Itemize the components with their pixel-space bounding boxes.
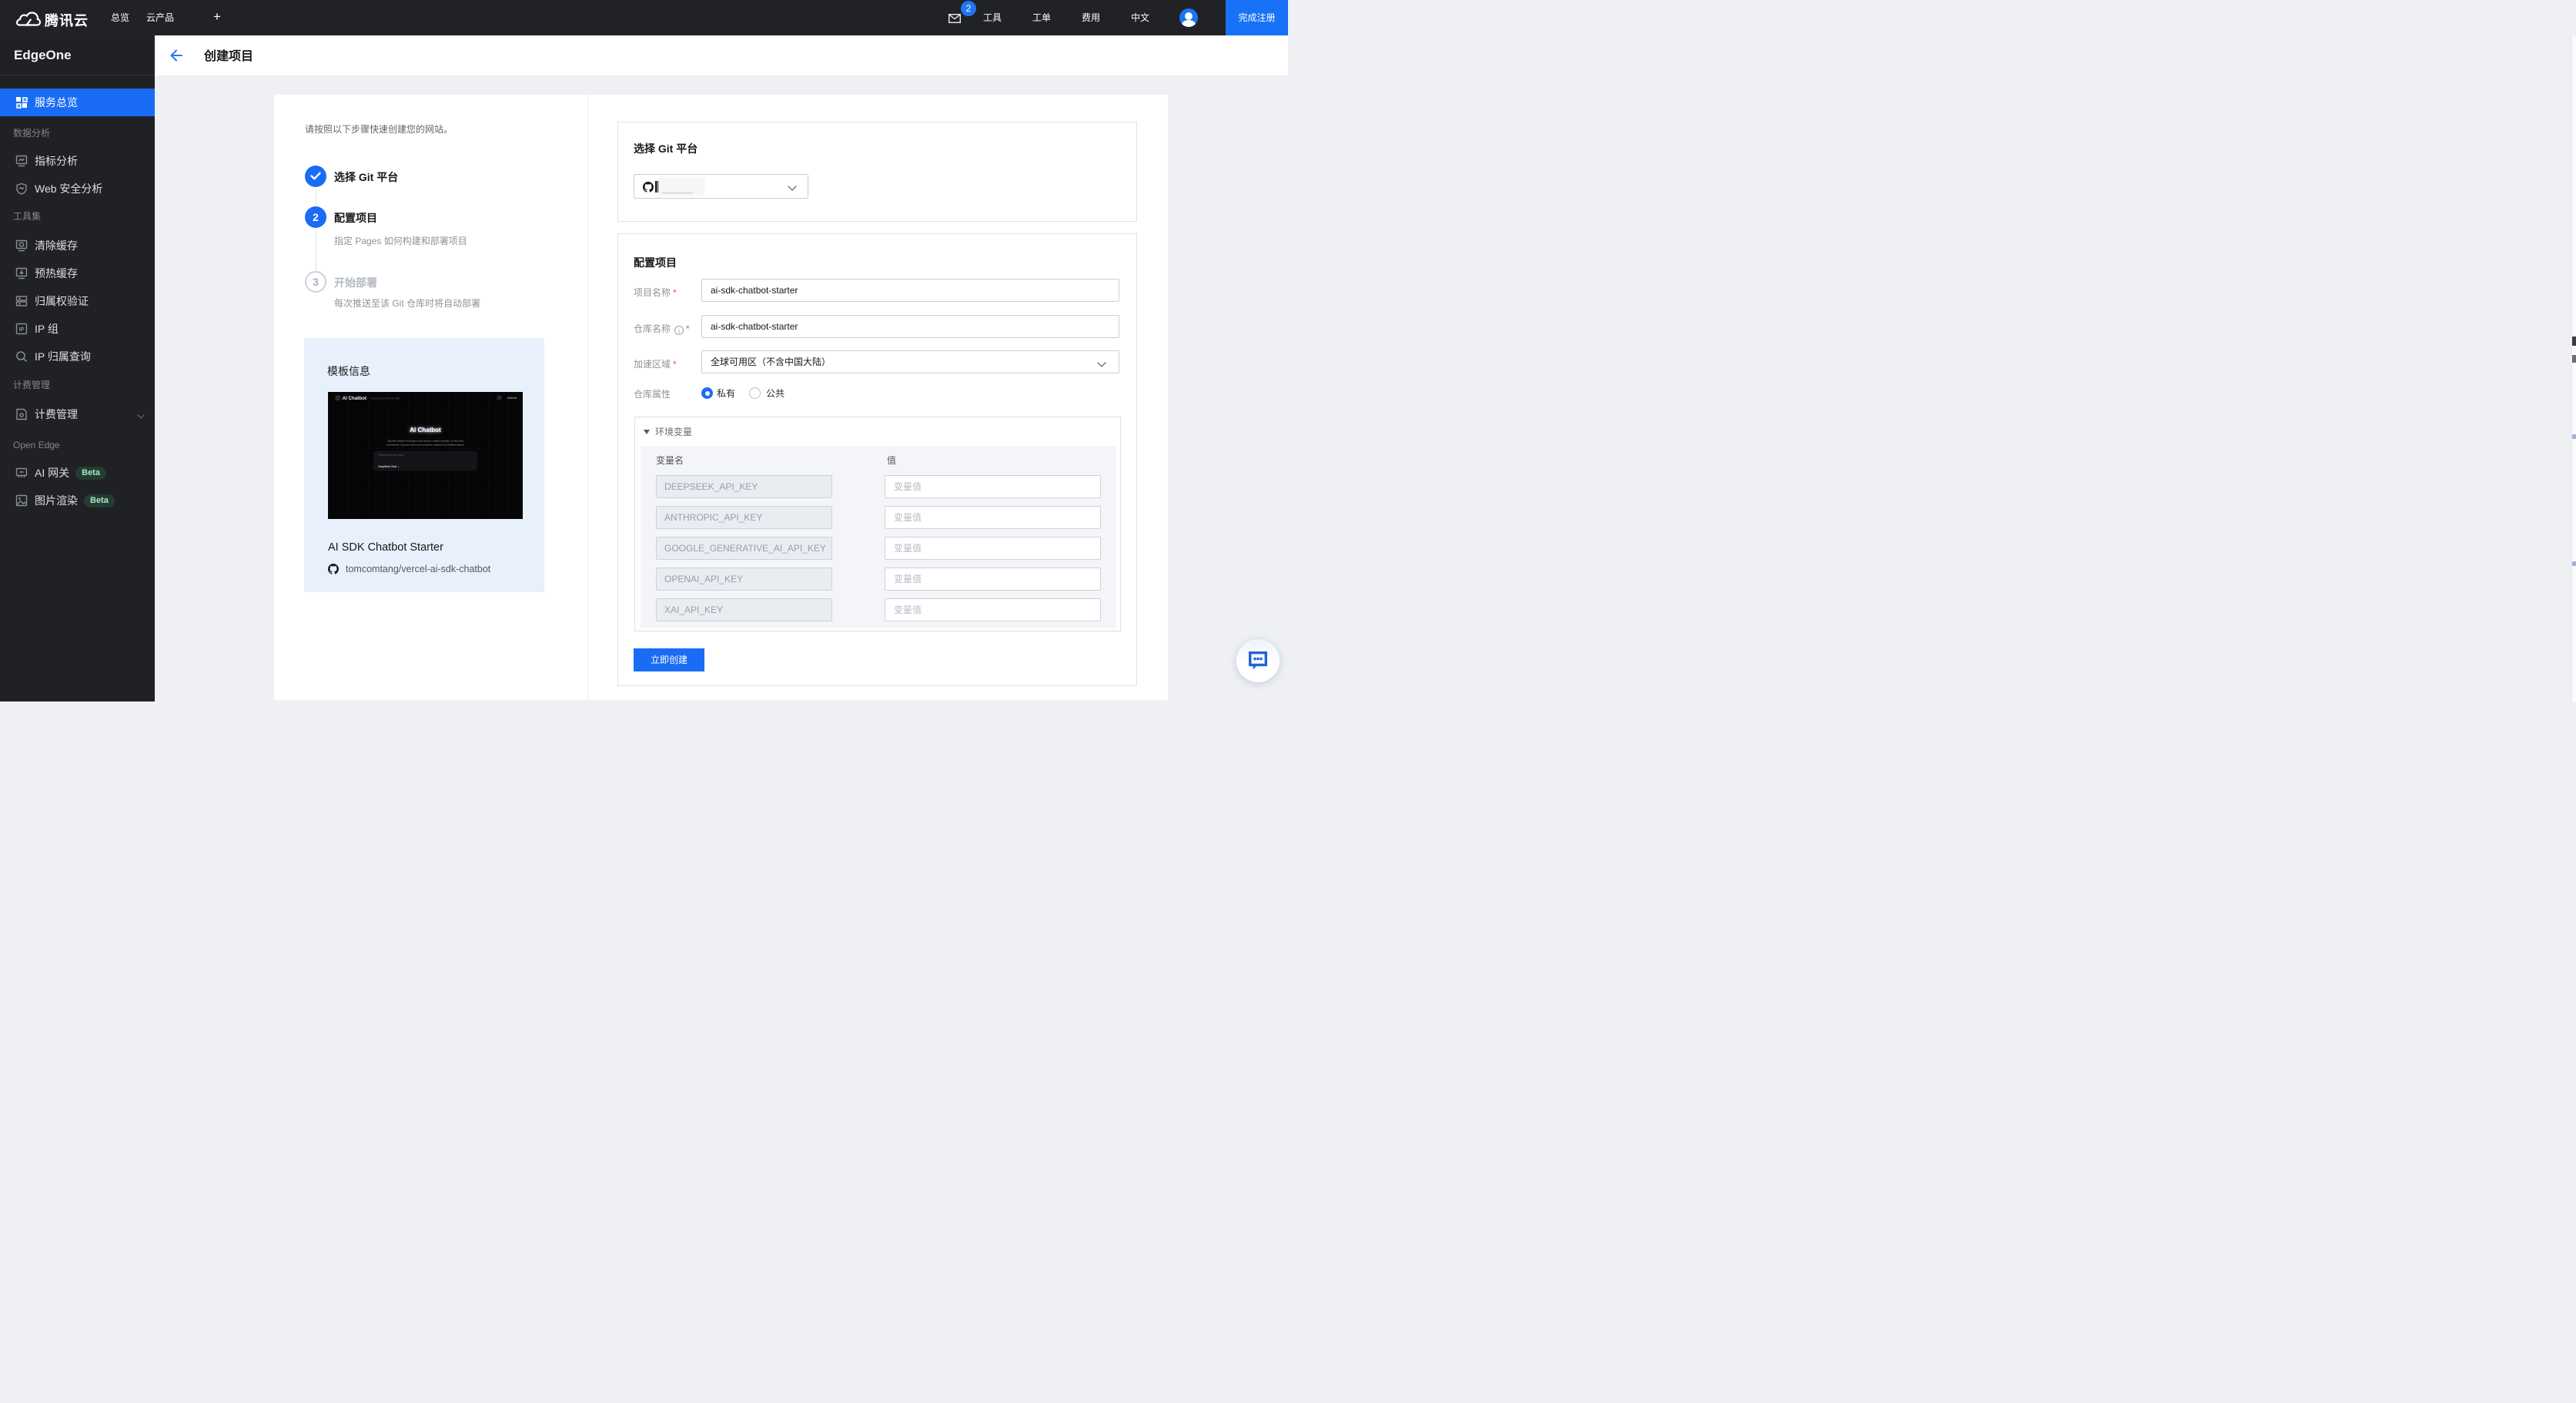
svg-text:IP: IP [19,327,25,333]
